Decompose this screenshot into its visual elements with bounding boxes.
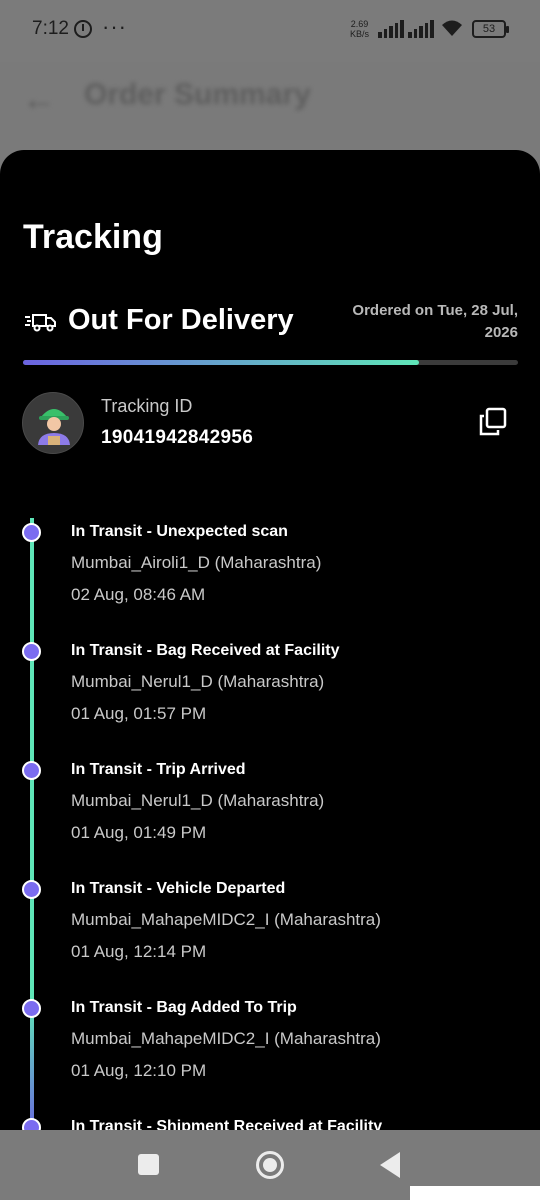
event-location: Mumbai_MahapeMIDC2_I (Maharashtra): [71, 910, 381, 929]
tracking-id-label: Tracking ID: [101, 396, 193, 416]
timeline-dot: [22, 761, 41, 780]
navigation-bar: [0, 1130, 540, 1200]
event-location: Mumbai_Nerul1_D (Maharashtra): [71, 791, 325, 810]
truck-icon: [25, 314, 56, 332]
event-time: 01 Aug, 12:14 PM: [71, 942, 207, 961]
timeline-dot: [22, 880, 41, 899]
signal-icon: [378, 20, 404, 38]
event-title: In Transit - Unexpected scan: [71, 523, 288, 540]
network-speed-value: 2.69: [350, 19, 369, 29]
network-speed-unit: KB/s: [350, 29, 370, 39]
event-title: In Transit - Bag Added To Trip: [71, 999, 297, 1016]
event-location: Mumbai_Nerul1_D (Maharashtra): [71, 672, 325, 691]
status-time: 7:12: [32, 18, 69, 39]
wifi-icon: [442, 20, 462, 36]
courier-icon: [38, 409, 70, 445]
timeline-dot: [22, 642, 41, 661]
event-time: 01 Aug, 01:49 PM: [71, 823, 207, 842]
sheet-title: Tracking: [23, 218, 163, 256]
timeline-dot: [22, 999, 41, 1018]
courier-avatar: [22, 392, 84, 454]
timeline-event: In Transit - Shipment Received at Facili…: [0, 1112, 540, 1130]
battery-icon: 53: [472, 20, 509, 38]
tracking-id-value: 19041942842956: [101, 427, 254, 448]
copy-icon[interactable]: [476, 406, 508, 438]
event-title: In Transit - Trip Arrived: [71, 761, 246, 778]
delivery-progress-bar: [23, 360, 518, 365]
event-location: Mumbai_Airoli1_D (Maharashtra): [71, 553, 322, 572]
delivery-status-row: Out For Delivery Ordered on Tue, 28 Jul,…: [23, 298, 518, 348]
ordered-on-date: Ordered on Tue, 28 Jul, 2026: [352, 302, 518, 341]
more-notifications-icon: ···: [102, 14, 127, 39]
network-speed: 2.69 KB/s: [350, 19, 369, 39]
event-time: 01 Aug, 12:10 PM: [71, 1061, 207, 1080]
tracking-sheet: Tracking Out For Delivery Ordered on Tue…: [0, 150, 540, 1130]
home-button[interactable]: [256, 1151, 284, 1179]
delivery-progress-fill: [23, 360, 419, 365]
back-arrow-icon[interactable]: ←: [22, 80, 56, 119]
back-button[interactable]: [380, 1152, 400, 1178]
event-location: Mumbai_MahapeMIDC2_I (Maharashtra): [71, 1029, 381, 1048]
timeline-event: In Transit - Vehicle Departed Mumbai_Maha…: [0, 874, 540, 984]
timeline-dot: [22, 523, 41, 542]
timeline-event: In Transit - Bag Added To Trip Mumbai_Mah…: [0, 993, 540, 1103]
timeline-dot: [22, 1118, 41, 1130]
alarm-icon: [74, 20, 92, 38]
battery-level: 53: [482, 23, 496, 35]
timeline-event: In Transit - Trip Arrived Mumbai_Nerul1_D…: [0, 755, 540, 865]
event-title: In Transit - Bag Received at Facility: [71, 642, 340, 659]
status-bar: 7:12 ··· 2.69 KB/s 53: [0, 0, 540, 62]
nav-bar-edge: [410, 1186, 540, 1200]
timeline-event: In Transit - Bag Received at Facility Mum…: [0, 636, 540, 746]
timeline-event: In Transit - Unexpected scan Mumbai_Airol…: [0, 517, 540, 627]
event-time: 02 Aug, 08:46 AM: [71, 585, 206, 604]
signal-icon-2: [408, 20, 434, 38]
page-title: Order Summary: [84, 78, 311, 111]
recent-apps-button[interactable]: [138, 1154, 159, 1175]
event-title: In Transit - Shipment Received at Facili…: [71, 1118, 383, 1130]
delivery-status: Out For Delivery: [68, 304, 294, 336]
event-title: In Transit - Vehicle Departed: [71, 880, 286, 897]
background-header: ← Order Summary: [0, 62, 540, 152]
event-time: 01 Aug, 01:57 PM: [71, 704, 207, 723]
